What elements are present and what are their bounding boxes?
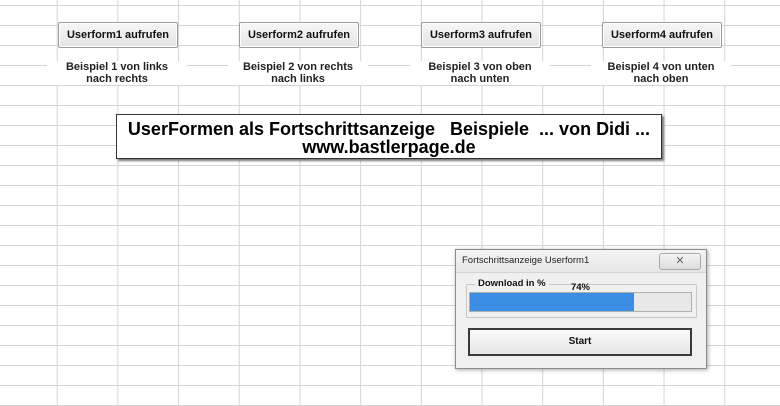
progress-fill bbox=[470, 293, 634, 311]
close-icon: ✕ bbox=[675, 255, 685, 267]
example1-description: Beispiel 1 von links nach rechts bbox=[47, 61, 187, 85]
progress-bar: 74% bbox=[469, 282, 692, 312]
example3-description: Beispiel 3 von oben nach unten bbox=[410, 61, 550, 85]
userform2-button[interactable]: Userform2 aufrufen bbox=[239, 22, 359, 48]
dialog-titlebar[interactable]: Fortschrittsanzeige Userform1 ✕ bbox=[456, 250, 706, 273]
progress-percent-label: 74% bbox=[570, 282, 590, 293]
userform4-button[interactable]: Userform4 aufrufen bbox=[602, 22, 722, 48]
userform1-button[interactable]: Userform1 aufrufen bbox=[58, 22, 178, 48]
download-frame: Download in % 74% bbox=[466, 278, 697, 318]
title-banner: UserFormen als Fortschrittsanzeige Beisp… bbox=[116, 114, 662, 159]
dialog-title: Fortschrittsanzeige Userform1 bbox=[462, 255, 590, 266]
example2-description: Beispiel 2 von rechts nach links bbox=[228, 61, 368, 85]
example4-description: Beispiel 4 von unten nach oben bbox=[591, 61, 731, 85]
start-button[interactable]: Start bbox=[468, 328, 692, 356]
progress-dialog: Fortschrittsanzeige Userform1 ✕ Download… bbox=[455, 249, 707, 369]
userform3-button[interactable]: Userform3 aufrufen bbox=[421, 22, 541, 48]
close-button[interactable]: ✕ bbox=[659, 253, 701, 270]
banner-website: www.bastlerpage.de bbox=[302, 137, 476, 157]
